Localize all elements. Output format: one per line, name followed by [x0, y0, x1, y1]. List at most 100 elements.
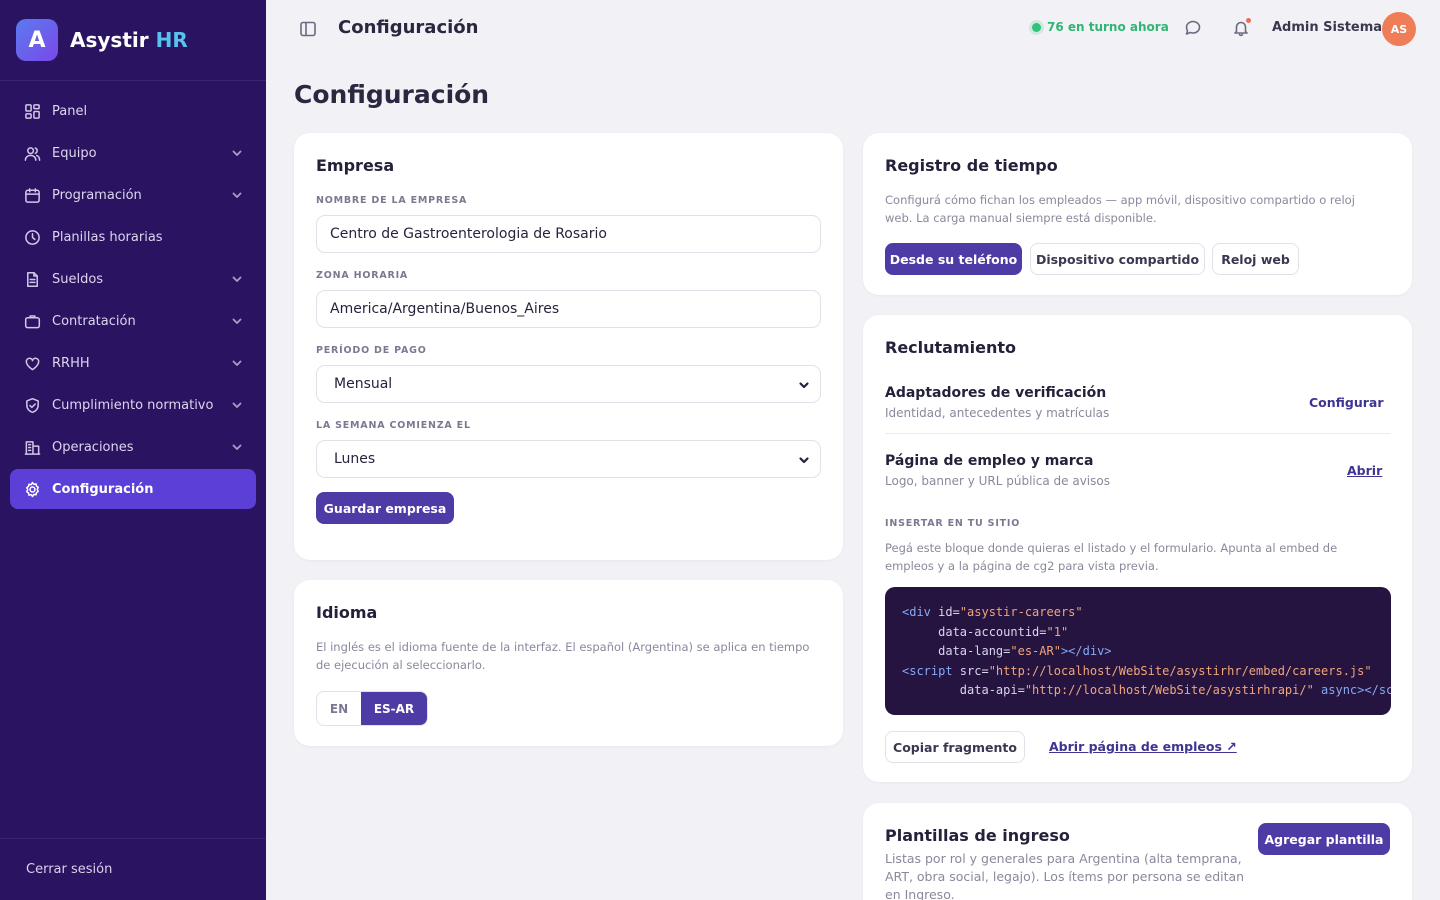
code-token: src= — [952, 663, 989, 678]
company-name-input[interactable]: Centro de Gastroenterologia de Rosario — [316, 215, 821, 253]
careers-page-title: Página de empleo y marca — [885, 453, 1094, 469]
clock-option-phone[interactable]: Desde su teléfono — [885, 243, 1022, 275]
brand-name-accent: HR — [155, 28, 188, 52]
sidebar-nav: Panel Equipo Programación Planillas hora… — [0, 81, 266, 509]
clock-option-web[interactable]: Reloj web — [1212, 243, 1299, 275]
sidebar-item-label: Contratación — [52, 313, 136, 329]
registro-description: Configurá cómo fichan los empleados — ap… — [885, 193, 1355, 225]
sidebar-item-planillas[interactable]: Planillas horarias — [10, 217, 256, 257]
sidebar-item-operaciones[interactable]: Operaciones — [10, 427, 256, 467]
sidebar-item-contratacion[interactable]: Contratación — [10, 301, 256, 341]
idioma-description: El inglés es el idioma fuente de la inte… — [316, 640, 810, 672]
sidebar-item-configuracion[interactable]: Configuración — [10, 469, 256, 509]
code-token: "1" — [1046, 624, 1069, 639]
logout-button[interactable]: Cerrar sesión — [0, 838, 266, 900]
add-template-button[interactable]: Agregar plantilla — [1258, 823, 1390, 855]
language-option-en[interactable]: EN — [317, 692, 361, 725]
week-start-value: Lunes — [334, 451, 376, 467]
idioma-title: Idioma — [316, 603, 378, 622]
pay-period-value: Mensual — [334, 376, 393, 392]
user-name[interactable]: Admin Sistema — [1272, 20, 1382, 35]
adapters-title: Adaptadores de verificación — [885, 385, 1107, 401]
company-name-value: Centro de Gastroenterologia de Rosario — [330, 226, 607, 242]
sidebar-item-programacion[interactable]: Programación — [10, 175, 256, 215]
chevron-down-icon — [230, 356, 244, 370]
adapters-subtitle: Identidad, antecedentes y matrículas — [885, 406, 1110, 420]
timezone-label: ZONA HORARIA — [316, 270, 409, 281]
idioma-card: Idioma El inglés es el idioma fuente de … — [294, 580, 843, 746]
save-company-button[interactable]: Guardar empresa — [316, 492, 454, 524]
dashboard-icon — [24, 103, 41, 120]
clock-option-shared-device[interactable]: Dispositivo compartido — [1030, 243, 1205, 275]
sidebar-item-rrhh[interactable]: RRHH — [10, 343, 256, 383]
divider — [885, 433, 1391, 434]
open-careers-link[interactable]: Abrir — [1347, 463, 1382, 478]
chevron-down-icon — [230, 440, 244, 454]
code-token: "asystir-careers" — [959, 605, 1083, 619]
users-icon — [24, 145, 41, 162]
chevron-down-icon — [230, 398, 244, 412]
empresa-card: Empresa NOMBRE DE LA EMPRESA Centro de G… — [294, 133, 843, 560]
sidebar-item-label: Equipo — [52, 145, 97, 161]
code-token: async></scrip — [1321, 683, 1391, 697]
gear-icon — [24, 481, 41, 498]
building-icon — [24, 439, 41, 456]
code-token: data-accountid= — [938, 624, 1047, 639]
code-token: <div — [902, 605, 931, 619]
bell-icon[interactable] — [1232, 18, 1251, 37]
sidebar-item-label: Programación — [52, 187, 142, 203]
sidebar-item-label: Planillas horarias — [52, 229, 163, 245]
language-option-es-ar[interactable]: ES-AR — [361, 692, 427, 725]
sidebar: A Asystir HR Panel Equipo Programación P… — [0, 0, 266, 900]
copy-snippet-button[interactable]: Copiar fragmento — [885, 731, 1025, 763]
brand-name: Asystir HR — [70, 28, 188, 52]
sidebar-item-label: RRHH — [52, 355, 90, 371]
chat-icon[interactable] — [1184, 19, 1202, 37]
pay-period-select[interactable]: Mensual — [316, 365, 821, 403]
chevron-down-icon — [798, 454, 810, 466]
code-token: "http://localhost/WebSite/asystirhr/embe… — [988, 663, 1372, 678]
plantillas-description: Listas por rol y generales para Argentin… — [885, 851, 1245, 900]
on-shift-indicator[interactable]: 76 en turno ahora — [1032, 20, 1169, 34]
sidebar-item-label: Sueldos — [52, 271, 104, 287]
sidebar-item-label: Configuración — [52, 481, 154, 497]
sidebar-item-sueldos[interactable]: Sueldos — [10, 259, 256, 299]
careers-page-subtitle: Logo, banner y URL pública de avisos — [885, 474, 1110, 488]
open-careers-page-link[interactable]: Abrir página de empleos ↗ — [1049, 739, 1237, 754]
chevron-down-icon — [798, 379, 810, 391]
sidebar-toggle-icon[interactable] — [299, 20, 317, 38]
registro-title: Registro de tiempo — [885, 156, 1058, 175]
code-token: ></div> — [1060, 644, 1112, 658]
code-token: data-api= — [959, 683, 1025, 697]
reclutamiento-card: Reclutamiento Adaptadores de verificació… — [863, 315, 1412, 782]
brand[interactable]: A Asystir HR — [0, 0, 266, 81]
code-token: "es-AR" — [1010, 644, 1061, 658]
sidebar-item-panel[interactable]: Panel — [10, 91, 256, 131]
sidebar-item-label: Panel — [52, 103, 88, 119]
language-toggle: EN ES-AR — [316, 691, 428, 726]
reclutamiento-title: Reclutamiento — [885, 338, 1017, 357]
embed-label: INSERTAR EN TU SITIO — [885, 518, 1021, 529]
week-start-label: LA SEMANA COMIENZA EL — [316, 420, 471, 431]
sidebar-item-cumplimiento[interactable]: Cumplimiento normativo — [10, 385, 256, 425]
avatar[interactable]: AS — [1382, 12, 1416, 46]
code-token: id= — [930, 605, 960, 619]
week-start-select[interactable]: Lunes — [316, 440, 821, 478]
plantillas-title: Plantillas de ingreso — [885, 826, 1070, 845]
document-icon — [24, 271, 41, 288]
on-shift-text: 76 en turno ahora — [1047, 20, 1169, 34]
timezone-value: America/Argentina/Buenos_Aires — [330, 301, 560, 317]
chevron-down-icon — [230, 188, 244, 202]
clock-icon — [24, 229, 41, 246]
chevron-down-icon — [230, 146, 244, 160]
pay-period-label: PERÍODO DE PAGO — [316, 345, 427, 356]
heart-icon — [24, 355, 41, 372]
notification-dot — [1246, 18, 1251, 23]
configure-adapters-link[interactable]: Configurar — [1309, 395, 1384, 410]
registro-card: Registro de tiempo Configurá cómo fichan… — [863, 133, 1412, 295]
timezone-input[interactable]: America/Argentina/Buenos_Aires — [316, 290, 821, 328]
embed-code-block[interactable]: <div id="asystir-careers" data-accountid… — [885, 587, 1391, 715]
topbar-title: Configuración — [338, 17, 479, 38]
shield-icon — [24, 397, 41, 414]
sidebar-item-equipo[interactable]: Equipo — [10, 133, 256, 173]
